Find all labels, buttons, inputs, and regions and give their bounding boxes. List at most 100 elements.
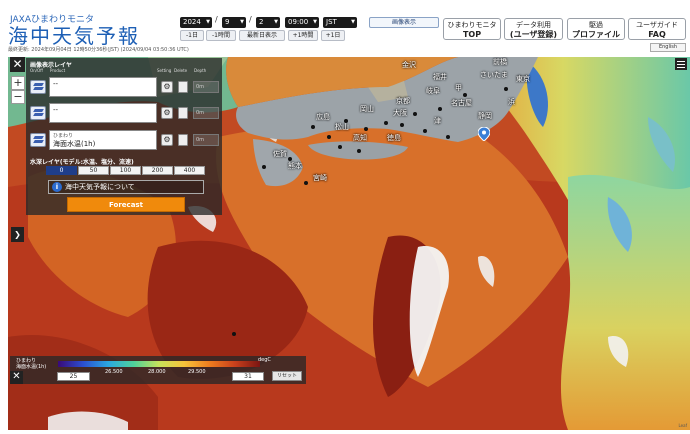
forecast-button[interactable]: Forecast bbox=[67, 197, 185, 212]
legend-tick: 29.500 bbox=[188, 369, 206, 375]
depth-select[interactable]: 0m bbox=[193, 107, 219, 119]
latest-button[interactable]: 最新日表示 bbox=[239, 30, 285, 41]
legend-color-bar bbox=[58, 361, 260, 367]
chevron-down-icon: ▼ bbox=[206, 19, 210, 25]
english-button[interactable]: English bbox=[650, 43, 686, 52]
city-marker[interactable] bbox=[423, 129, 427, 133]
city-marker[interactable] bbox=[357, 149, 361, 153]
legend-reset-button[interactable]: リセット bbox=[272, 371, 302, 381]
city-marker[interactable] bbox=[338, 145, 342, 149]
depth-layer-label: 水深レイヤ(モデル:水温、塩分、流速) bbox=[30, 159, 134, 166]
city-marker[interactable] bbox=[344, 119, 348, 123]
city-marker[interactable] bbox=[413, 112, 417, 116]
app-window: JAXAひまわりモニタ 海中天気予報 最終更新: 2024年09月04日 12時… bbox=[0, 0, 690, 434]
minus-1-day-button[interactable]: -1日 bbox=[180, 30, 204, 41]
map-attribution[interactable]: Leaf bbox=[679, 423, 687, 428]
place-label: 甲 bbox=[455, 84, 462, 92]
trash-icon[interactable] bbox=[178, 107, 188, 119]
expand-panel-icon[interactable]: ❯ bbox=[11, 227, 24, 242]
gear-icon[interactable]: ⚙ bbox=[161, 107, 173, 119]
nav-user-guide[interactable]: ユーザガイド FAQ bbox=[628, 18, 686, 40]
page-header: JAXAひまわりモニタ 海中天気予報 最終更新: 2024年09月04日 12時… bbox=[0, 0, 690, 57]
city-marker[interactable] bbox=[364, 127, 368, 131]
place-label: 松山 bbox=[335, 123, 349, 131]
legend-tick: 28.000 bbox=[148, 369, 166, 375]
zoom-out-button[interactable]: − bbox=[11, 90, 25, 104]
depth-0-button[interactable]: 0 bbox=[46, 166, 77, 175]
plus-1-hour-button[interactable]: +1時間 bbox=[288, 30, 318, 41]
layer-product-select[interactable]: ひまわり 海面水温(1h) bbox=[49, 130, 157, 150]
layers-icon[interactable] bbox=[30, 133, 46, 147]
place-label: 岡山 bbox=[360, 105, 374, 113]
legend-max-input[interactable]: 31 bbox=[232, 372, 264, 381]
minus-1-hour-button[interactable]: -1時間 bbox=[206, 30, 236, 41]
city-marker[interactable] bbox=[327, 135, 331, 139]
chevron-down-icon: ▼ bbox=[240, 19, 244, 25]
chevron-down-icon: ▼ bbox=[313, 19, 317, 25]
city-marker[interactable] bbox=[463, 93, 467, 97]
depth-select[interactable]: 0m bbox=[193, 134, 219, 146]
city-marker[interactable] bbox=[504, 87, 508, 91]
city-marker[interactable] bbox=[311, 125, 315, 129]
legend-min-input[interactable]: 25 bbox=[57, 372, 90, 381]
city-marker[interactable] bbox=[262, 165, 266, 169]
gear-icon[interactable]: ⚙ bbox=[161, 81, 173, 93]
place-label: 宮崎 bbox=[313, 174, 327, 182]
date-separator: / bbox=[249, 15, 252, 24]
place-label: 東京 bbox=[516, 75, 530, 83]
layers-icon[interactable] bbox=[30, 80, 46, 94]
city-marker[interactable] bbox=[304, 181, 308, 185]
city-marker[interactable] bbox=[232, 332, 236, 336]
place-label: 前橋 bbox=[493, 58, 507, 66]
place-label: 金沢 bbox=[402, 61, 416, 69]
depth-400-button[interactable]: 400 bbox=[174, 166, 205, 175]
zoom-in-button[interactable]: + bbox=[11, 76, 25, 90]
legend-title: ひまわり 海面水温(1h) bbox=[16, 358, 47, 370]
layer-row: -- ⚙ 0m bbox=[28, 76, 220, 98]
timezone-select[interactable]: JST ▼ bbox=[323, 17, 357, 28]
close-icon[interactable]: ✕ bbox=[10, 371, 23, 384]
close-icon[interactable]: ✕ bbox=[10, 57, 25, 72]
city-marker[interactable] bbox=[446, 135, 450, 139]
depth-select[interactable]: 0m bbox=[193, 81, 219, 93]
place-label: 広島 bbox=[316, 113, 330, 121]
place-label: 京都 bbox=[396, 97, 410, 105]
depth-50-button[interactable]: 50 bbox=[78, 166, 109, 175]
layer-row: ひまわり 海面水温(1h) ⚙ 0m bbox=[28, 129, 220, 151]
place-label: 大阪 bbox=[393, 109, 407, 117]
city-marker[interactable] bbox=[400, 123, 404, 127]
city-marker[interactable] bbox=[288, 157, 292, 161]
day-select[interactable]: 2 ▼ bbox=[256, 17, 280, 28]
nav-data-usage[interactable]: データ利用 (ユーザ登録) bbox=[504, 18, 563, 40]
trash-icon[interactable] bbox=[178, 134, 188, 146]
time-select[interactable]: 09:00 ▼ bbox=[285, 17, 319, 28]
plus-1-day-button[interactable]: +1日 bbox=[321, 30, 345, 41]
city-marker[interactable] bbox=[384, 121, 388, 125]
nav-himawari-top[interactable]: ひまわりモニタ TOP bbox=[443, 18, 501, 40]
city-marker[interactable] bbox=[438, 107, 442, 111]
place-label: 浜 bbox=[508, 98, 515, 106]
menu-icon[interactable] bbox=[675, 58, 687, 70]
depth-100-button[interactable]: 100 bbox=[110, 166, 141, 175]
year-select[interactable]: 2024 ▼ bbox=[180, 17, 212, 28]
layers-icon[interactable] bbox=[30, 106, 46, 120]
nav-profile[interactable]: 駆過 プロファイル bbox=[567, 18, 625, 40]
last-update-text: 最終更新: 2024年09月04日 12時50分36秒(JST) (2024/0… bbox=[8, 47, 189, 53]
layer-row: -- ⚙ 0m bbox=[28, 102, 220, 124]
place-label: 岐阜 bbox=[426, 87, 440, 95]
layer-product-select[interactable]: -- bbox=[49, 103, 157, 123]
column-header: Setting bbox=[157, 68, 172, 73]
page-title[interactable]: 海中天気予報 bbox=[8, 20, 140, 49]
month-select[interactable]: 9 ▼ bbox=[222, 17, 246, 28]
about-button[interactable]: i 海中天気予報について bbox=[48, 180, 204, 194]
place-label: 徳島 bbox=[387, 134, 401, 142]
image-display-button[interactable]: 画像表示 bbox=[369, 17, 439, 28]
depth-200-button[interactable]: 200 bbox=[142, 166, 173, 175]
legend-tick: 26.500 bbox=[105, 369, 123, 375]
trash-icon[interactable] bbox=[178, 81, 188, 93]
layer-product-select[interactable]: -- bbox=[49, 77, 157, 97]
column-header: Product bbox=[50, 68, 66, 73]
gear-icon[interactable]: ⚙ bbox=[161, 134, 173, 146]
location-pin-icon[interactable] bbox=[478, 127, 490, 141]
legend-unit: degC bbox=[258, 357, 271, 363]
